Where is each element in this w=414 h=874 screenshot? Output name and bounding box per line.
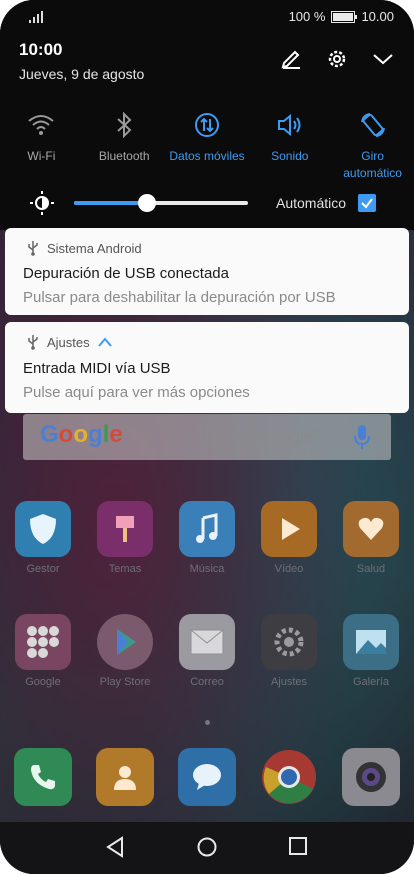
status-time: 10.00 [361,9,394,24]
panel-time: 10:00 [19,40,63,59]
google-logo: Google [40,421,123,448]
notification-title: Depuración de USB conectada [23,265,229,282]
sound-icon [248,108,331,142]
app-label: Galería [352,676,390,688]
panel-date[interactable]: Jueves, 9 de agosto [19,66,144,82]
tile-label: Bluetooth [98,149,150,163]
app-label: Play Store [99,676,151,688]
brightness-row: Automático [0,186,414,220]
tile-label: Sonido [271,149,309,163]
chrome-icon [260,748,318,806]
app-temas[interactable]: Temas [90,501,160,575]
app-video[interactable]: Vídeo [254,501,324,575]
check-icon [361,198,373,209]
quick-tiles: Wi-Fi Bluetooth Datos móviles Sonido Gir… [0,108,414,182]
dock-chrome[interactable] [254,748,324,806]
video-play-icon [261,501,317,557]
app-galeria[interactable]: Galería [336,614,406,688]
mobile-data-icon [166,108,249,142]
quick-settings-panel: 10:00 Jueves, 9 de agosto Wi-Fi Bluetoot… [0,0,414,230]
brightness-icon [30,191,54,215]
tile-label: Datos móviles [169,149,245,163]
battery-percent: 100 % [288,9,326,24]
notification-usb-debugging[interactable]: Sistema Android Depuración de USB conect… [5,228,409,315]
folder-icon [15,614,71,670]
tile-wifi[interactable]: Wi-Fi [0,108,83,182]
app-musica[interactable]: Música [172,501,242,575]
tile-mobile-data[interactable]: Datos móviles [166,108,249,182]
play-store-icon [97,614,153,670]
dock-contacts[interactable] [90,748,160,806]
app-label: Temas [108,563,142,575]
brush-icon [97,501,153,557]
brightness-slider[interactable] [74,194,248,212]
battery-icon [331,10,358,23]
search-hint: Di "Ok Google" [205,427,320,446]
auto-brightness-label: Automático [276,195,347,211]
tile-label: Wi-Fi [27,149,56,163]
notification-midi-usb[interactable]: Ajustes Entrada MIDI vía USB Pulse aquí … [5,322,409,413]
gear-icon[interactable] [326,48,348,70]
app-google-folder[interactable]: Google [8,614,78,688]
gear-icon [261,614,317,670]
signal-icon [29,11,43,23]
chevron-up-icon[interactable] [97,337,112,347]
chevron-down-icon[interactable] [372,48,394,70]
wifi-icon [0,108,83,142]
dock-messages[interactable] [172,748,242,806]
app-gestor[interactable]: Gestor [8,501,78,575]
google-search-bar[interactable]: Google Di "Ok Google" [23,414,391,460]
tile-label: Giro automático [343,149,402,180]
messages-icon [178,748,236,806]
app-ajustes[interactable]: Ajustes [254,614,324,688]
contacts-icon [96,748,154,806]
gallery-icon [343,614,399,670]
app-correo[interactable]: Correo [172,614,242,688]
notification-app-name: Sistema Android [47,240,142,256]
app-salud[interactable]: Salud [336,501,406,575]
heart-icon [343,501,399,557]
brightness-fill [74,201,148,205]
usb-icon [28,241,38,256]
tile-bluetooth[interactable]: Bluetooth [83,108,166,182]
brightness-knob[interactable] [138,194,157,212]
camera-icon [342,748,400,806]
shield-icon [15,501,71,557]
back-icon[interactable] [105,836,125,858]
dock-phone[interactable] [8,748,78,806]
notification-app-name: Ajustes [47,334,90,350]
phone-icon [14,748,72,806]
auto-brightness-checkbox[interactable] [358,194,376,212]
tile-auto-rotate[interactable]: Giro automático [331,108,414,182]
app-label: Vídeo [274,563,304,575]
phone-screen: Google Di "Ok Google" Gestor Temas Músic… [0,0,414,874]
notification-title: Entrada MIDI vía USB [23,360,171,377]
music-note-icon [179,501,235,557]
app-label: Correo [190,676,224,688]
auto-rotate-icon [331,108,414,142]
app-label: Gestor [26,563,60,575]
page-indicator [0,720,414,725]
notification-text: Pulse aquí para ver más opciones [23,384,250,401]
app-label: Google [25,676,61,688]
mic-icon[interactable] [354,424,370,450]
status-bar: 100 % 10.00 [0,0,414,34]
app-label: Música [189,563,225,575]
notification-text: Pulsar para deshabilitar la depuración p… [23,289,336,306]
app-play-store[interactable]: Play Store [90,614,160,688]
app-label: Ajustes [270,676,308,688]
recents-icon[interactable] [288,836,308,856]
edit-icon[interactable] [280,48,302,70]
app-label: Salud [356,563,386,575]
navigation-bar [0,822,414,874]
home-icon[interactable] [196,836,218,858]
usb-icon [28,335,38,350]
bluetooth-icon [83,108,166,142]
mail-icon [179,614,235,670]
tile-sound[interactable]: Sonido [248,108,331,182]
dock-camera[interactable] [336,748,406,806]
